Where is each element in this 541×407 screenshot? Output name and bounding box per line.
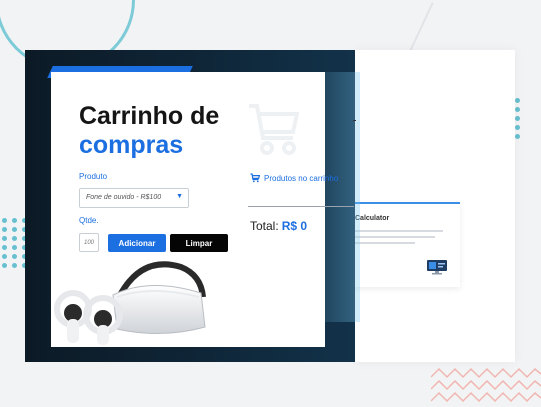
page-title: Carrinho de	[79, 102, 220, 130]
cart-total: Total: R$ 0	[250, 219, 307, 233]
cart-icon	[250, 173, 260, 183]
divider	[248, 206, 354, 207]
placeholder-line	[355, 242, 415, 244]
decorative-dash	[353, 120, 356, 121]
product-select[interactable]: Fone de ouvido - R$100 ▼	[79, 188, 189, 208]
cart-items-label: Produtos no carrinho	[264, 173, 339, 183]
add-button[interactable]: Adicionar	[108, 234, 166, 252]
quantity-input[interactable]: 100	[79, 233, 99, 252]
total-value: R$ 0	[281, 219, 308, 233]
chevron-down-icon: ▼	[176, 193, 183, 200]
cart-icon	[249, 104, 299, 155]
product-select-value: Fone de ouvido - R$100	[86, 194, 162, 201]
placeholder-line	[355, 236, 435, 238]
clear-button[interactable]: Limpar	[170, 234, 228, 252]
calculator-card: Calculator	[349, 202, 460, 287]
product-image	[54, 261, 206, 345]
page-title-accent: compras	[79, 131, 184, 159]
product-label: Produto	[79, 172, 108, 181]
monitor-icon	[427, 260, 447, 275]
decorative-dots	[515, 98, 521, 139]
decorative-zigzag	[431, 367, 541, 403]
calculator-title: Calculator	[355, 215, 390, 222]
placeholder-line	[355, 230, 443, 232]
total-label: Total:	[250, 219, 279, 233]
cart-items-link[interactable]: Produtos no carrinho	[250, 173, 338, 183]
quantity-label: Qtde.	[79, 216, 99, 225]
